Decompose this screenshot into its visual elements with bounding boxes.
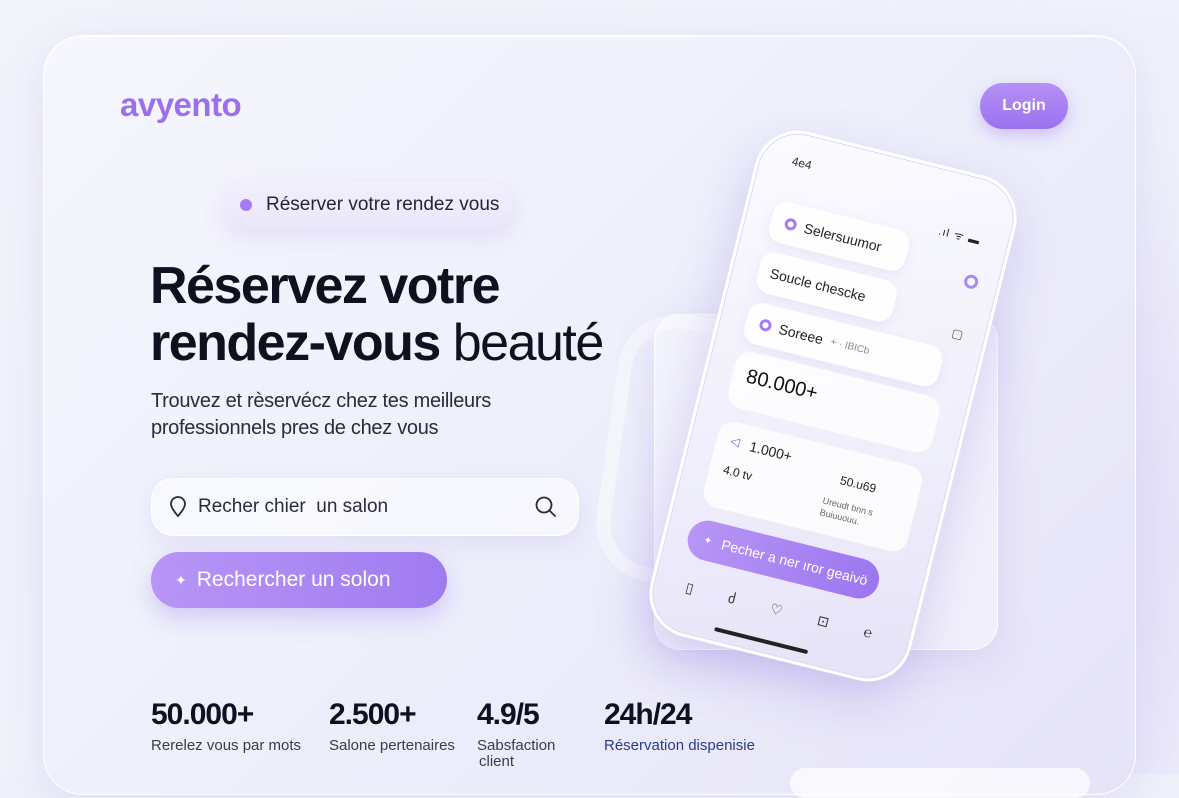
ring-icon bbox=[962, 273, 980, 291]
stat-label: Rerelez vous par mots bbox=[151, 737, 302, 754]
phone-row-3-extra: + · IBICb bbox=[829, 336, 871, 357]
phone-tab-icon: ძ bbox=[726, 589, 738, 607]
stat-label: Sabsfaction bbox=[477, 737, 556, 754]
page-title: Réservez votre rendez-vous beauté bbox=[150, 257, 605, 372]
stat-value: 50.000+ bbox=[151, 698, 254, 731]
sparkle-icon: ✦ bbox=[175, 571, 187, 588]
headline-line1: Réservez votre bbox=[150, 257, 501, 315]
stat-appointments: 50.000+ Rerelez vous par mots bbox=[151, 698, 301, 754]
headline-line2-light: beauté bbox=[439, 314, 605, 372]
search-input[interactable] bbox=[198, 496, 534, 518]
phone-row-1-label: Selersuumor bbox=[802, 219, 884, 255]
hero-card: avyento Login Réserver votre rendez vous… bbox=[43, 35, 1136, 795]
hero-subtext: Trouvez et rèservécz chez tes meilleurs … bbox=[151, 388, 571, 442]
pill-text: Réserver votre rendez vous bbox=[266, 194, 500, 215]
phone-tab-icon: ▯ bbox=[684, 578, 696, 596]
headline-line2-bold: rendez-vous bbox=[150, 314, 441, 372]
subtext-line2: professionnels pres de chez vous bbox=[151, 417, 439, 439]
phone-status-icons: .ıl ᯤ ▬ bbox=[937, 225, 982, 248]
search-icon[interactable] bbox=[534, 495, 558, 519]
map-pin-icon bbox=[170, 496, 186, 518]
stat-label: Salone pertenaires bbox=[329, 737, 455, 754]
phone-tab-icon: ♡ bbox=[768, 599, 785, 619]
phone-card-flag-icon: ◁ bbox=[728, 433, 742, 450]
search-salon-button[interactable]: ✦ Rechercher un solon bbox=[151, 552, 447, 608]
stat-value: 24h/24 bbox=[604, 698, 692, 731]
phone-tab-icon: ℮ bbox=[862, 623, 875, 641]
phone-card-b: 4.0 tv bbox=[721, 462, 754, 484]
phone-cta-label: Pecher a ner ıror geaivö bbox=[719, 536, 870, 589]
search-salon-label: Rechercher un solon bbox=[196, 568, 391, 591]
search-bar[interactable] bbox=[151, 478, 579, 536]
stat-rating: 4.9/5 Sabsfaction client bbox=[477, 698, 555, 770]
phone-bag-icon: ▢ bbox=[950, 325, 965, 343]
stat-label: client bbox=[479, 753, 515, 770]
stat-label: Réservation dispenisie bbox=[604, 737, 755, 754]
subtext-line1: Trouvez et rèservécz chez tes meilleurs bbox=[151, 390, 491, 412]
sparkle-icon: ✦ bbox=[702, 534, 714, 548]
phone-row-2-label: Soucle chescke bbox=[768, 265, 868, 305]
phone-tab-icon: ⊡ bbox=[815, 611, 832, 630]
stat-value: 4.9/5 bbox=[477, 698, 540, 731]
ring-icon bbox=[758, 318, 773, 333]
booking-pill: Réserver votre rendez vous bbox=[224, 182, 514, 228]
stat-value: 2.500+ bbox=[329, 698, 417, 731]
login-button[interactable]: Login bbox=[980, 83, 1068, 129]
pill-dot-icon bbox=[240, 199, 252, 211]
phone-time: 4e4 bbox=[790, 154, 814, 173]
phone-row-3-label: Soreee bbox=[777, 320, 825, 348]
phone-card-c: 50.u69 bbox=[838, 473, 878, 496]
brand-logo[interactable]: avyento bbox=[120, 86, 242, 124]
phone-card-a: 1.000+ bbox=[747, 438, 794, 465]
bottom-decorative-pill bbox=[790, 768, 1090, 798]
ring-icon bbox=[783, 217, 798, 232]
stat-salons: 2.500+ Salone pertenaires bbox=[329, 698, 455, 754]
stat-availability: 24h/24 Réservation dispenisie bbox=[604, 698, 755, 754]
